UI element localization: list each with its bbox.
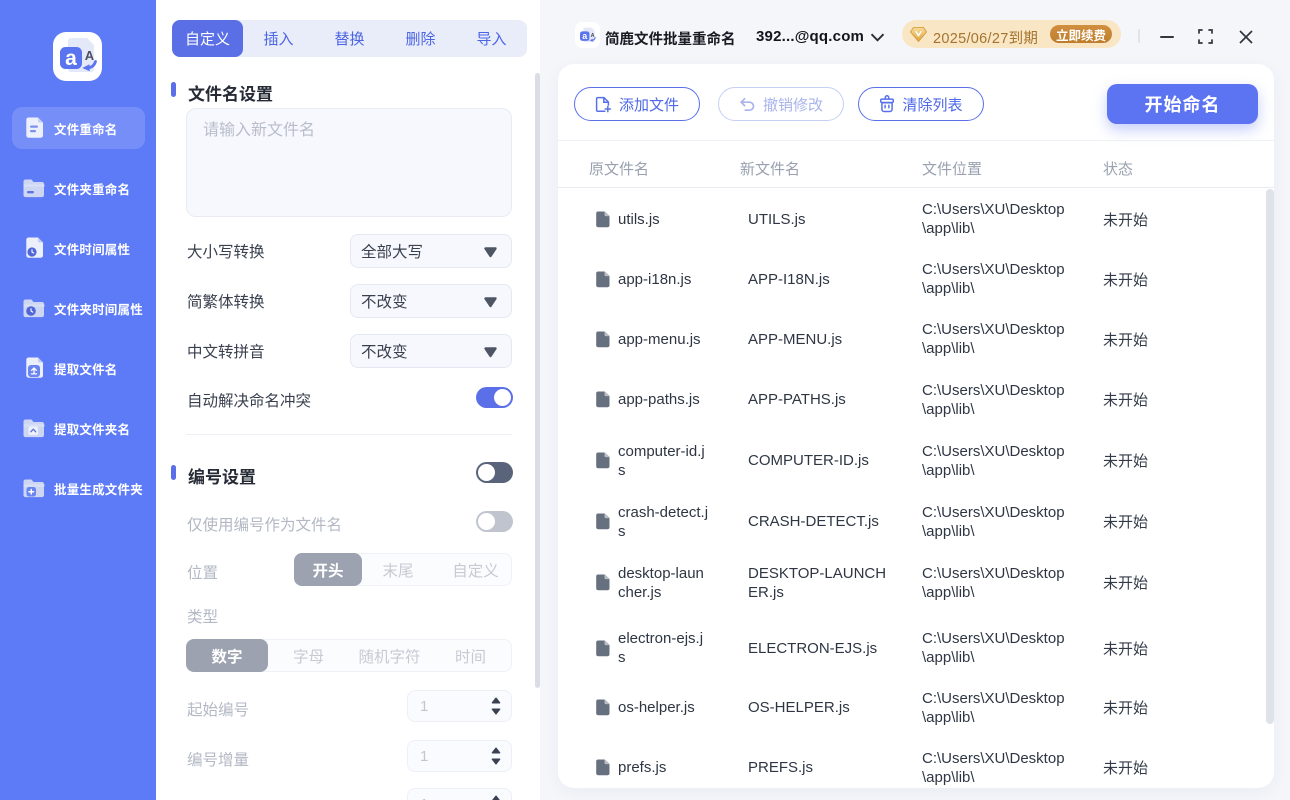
svg-text:A: A bbox=[591, 33, 595, 39]
svg-text:a: a bbox=[65, 47, 77, 70]
svg-text:A: A bbox=[85, 48, 95, 63]
